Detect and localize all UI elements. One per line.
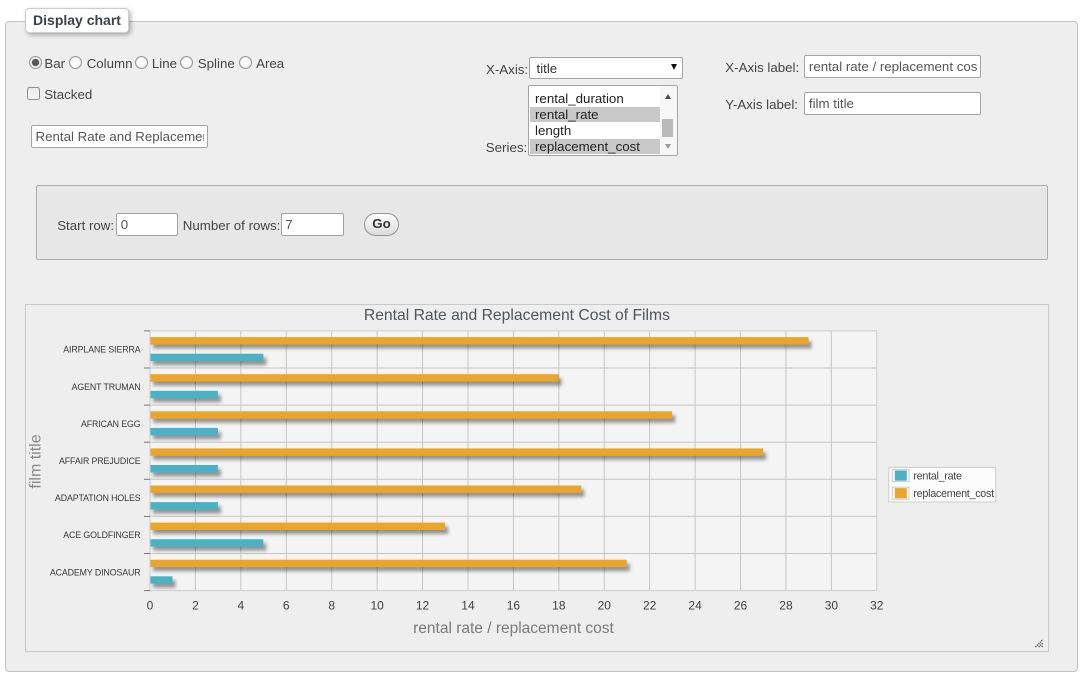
svg-text:14: 14 <box>461 599 475 613</box>
svg-text:16: 16 <box>506 599 520 613</box>
svg-text:22: 22 <box>642 599 656 613</box>
svg-text:26: 26 <box>733 599 747 613</box>
svg-text:24: 24 <box>688 599 702 613</box>
svg-text:Rental Rate and Replacement Co: Rental Rate and Replacement Cost of Film… <box>363 307 669 324</box>
svg-text:4: 4 <box>237 599 244 613</box>
svg-text:0: 0 <box>146 599 153 613</box>
svg-text:film title: film title <box>27 434 44 488</box>
svg-text:AGENT TRUMAN: AGENT TRUMAN <box>71 382 140 392</box>
svg-text:replacement_cost: replacement_cost <box>913 488 994 500</box>
svg-text:AFFAIR PREJUDICE: AFFAIR PREJUDICE <box>59 456 141 466</box>
svg-text:ADAPTATION HOLES: ADAPTATION HOLES <box>54 493 140 503</box>
svg-text:8: 8 <box>328 599 335 613</box>
svg-text:ACE GOLDFINGER: ACE GOLDFINGER <box>63 530 140 540</box>
svg-text:20: 20 <box>597 599 611 613</box>
svg-text:6: 6 <box>282 599 289 613</box>
svg-text:ACADEMY DINOSAUR: ACADEMY DINOSAUR <box>49 567 140 577</box>
svg-text:2: 2 <box>192 599 199 613</box>
svg-text:10: 10 <box>370 599 384 613</box>
svg-text:18: 18 <box>552 599 566 613</box>
svg-text:AIRPLANE SIERRA: AIRPLANE SIERRA <box>63 345 140 355</box>
svg-text:rental rate / replacement cost: rental rate / replacement cost <box>413 620 614 637</box>
svg-text:12: 12 <box>415 599 429 613</box>
svg-text:30: 30 <box>824 599 838 613</box>
svg-text:32: 32 <box>870 599 884 613</box>
svg-text:rental_rate: rental_rate <box>913 471 962 483</box>
svg-text:28: 28 <box>779 599 793 613</box>
svg-text:AFRICAN EGG: AFRICAN EGG <box>80 419 140 429</box>
